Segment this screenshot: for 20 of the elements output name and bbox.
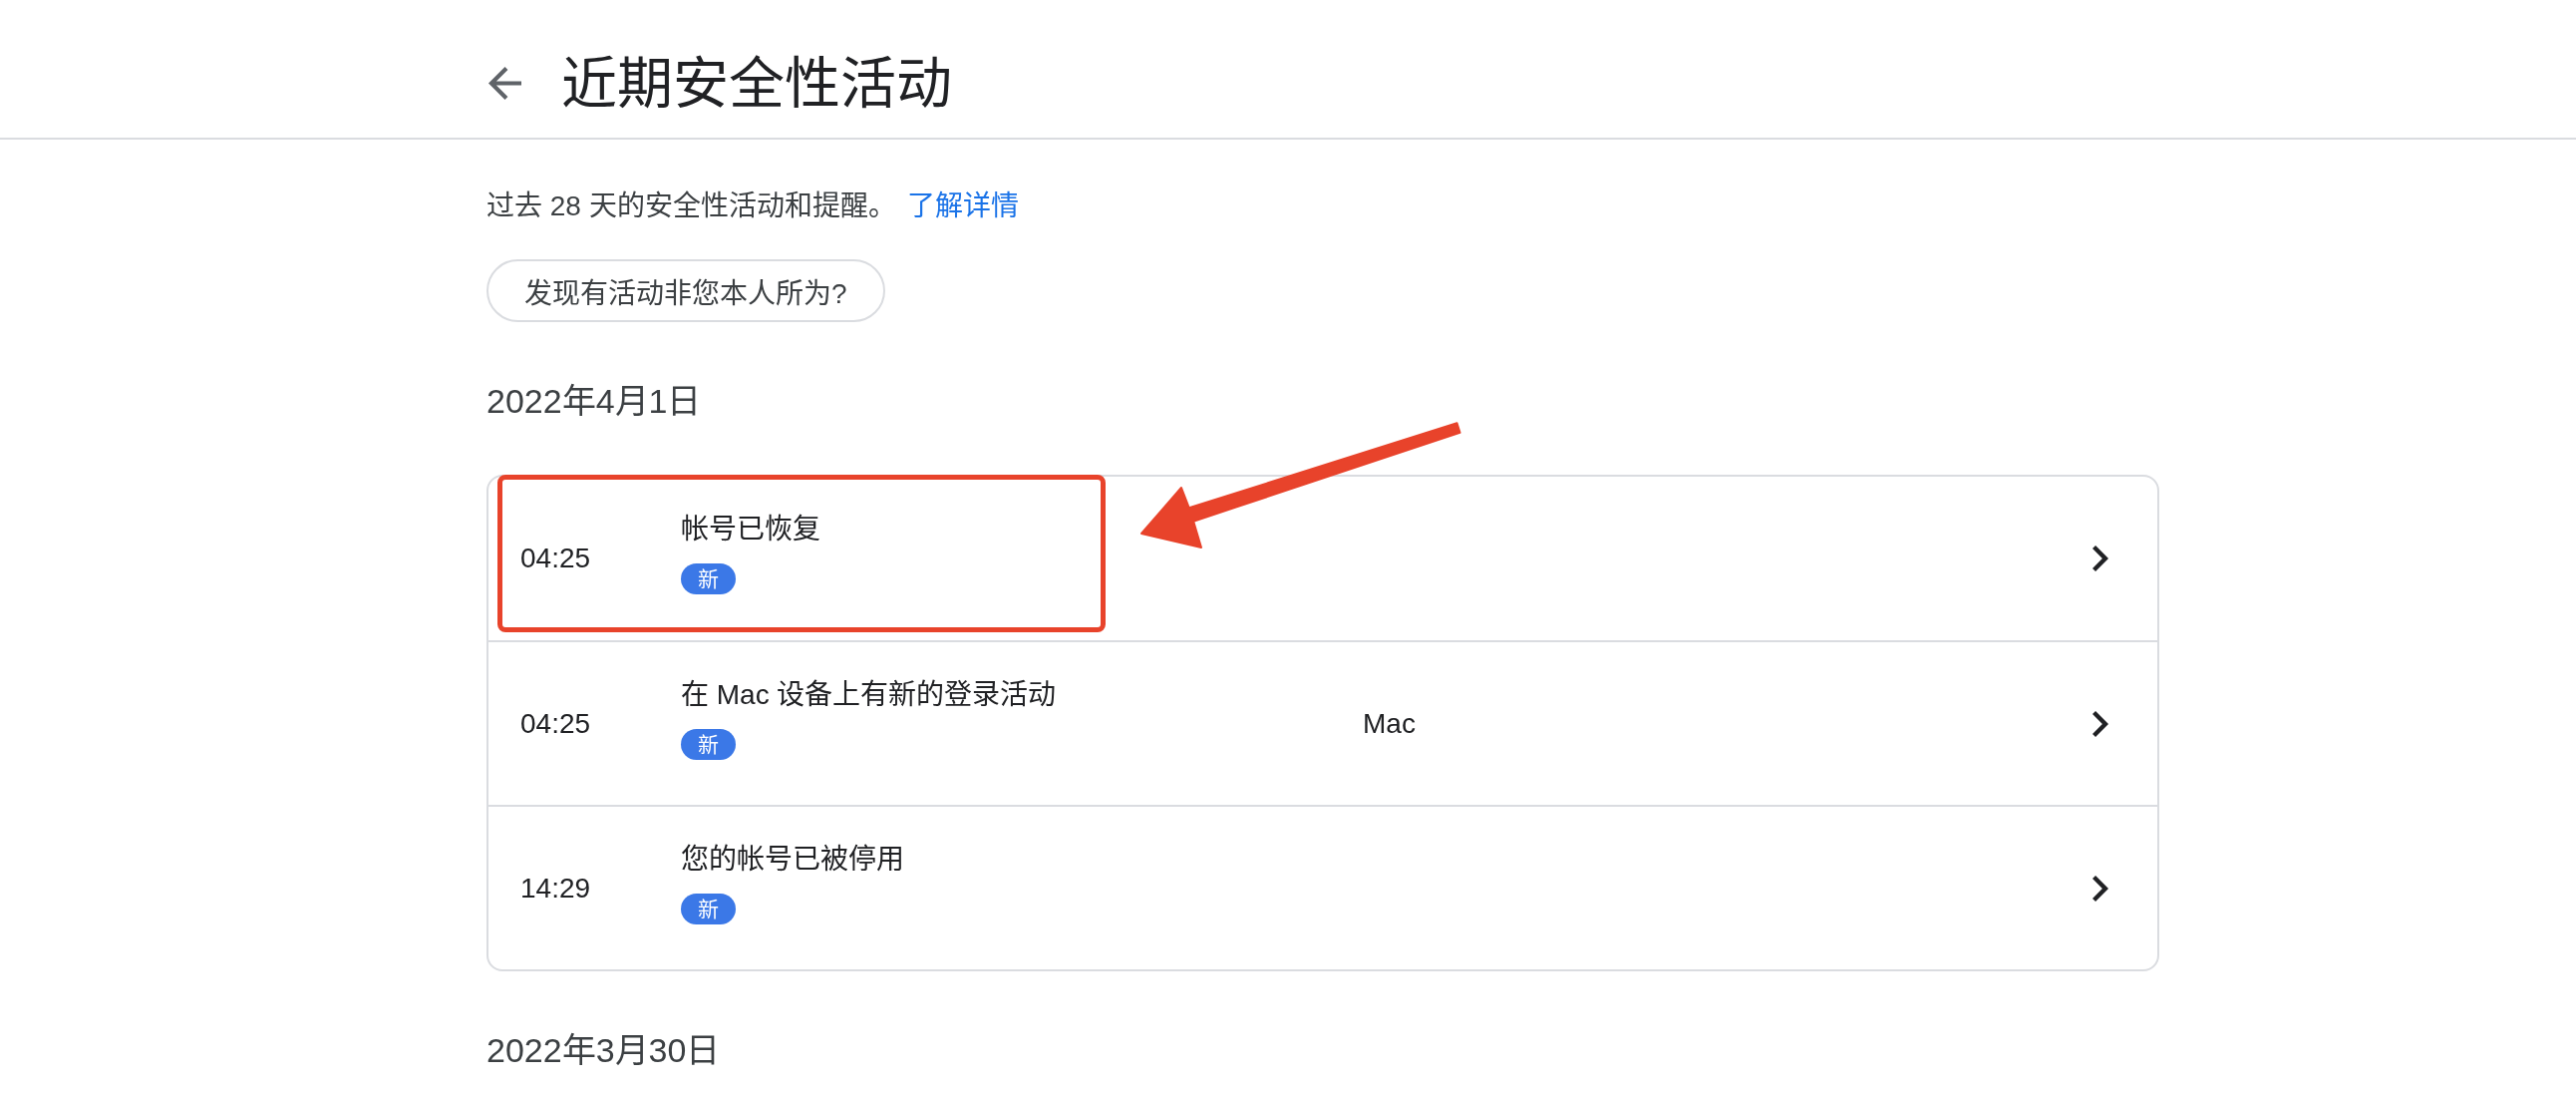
new-badge: 新 [681,563,736,594]
event-time: 04:25 [520,542,592,575]
event-title: 帐号已恢复 [681,513,820,546]
new-badge: 新 [681,894,736,924]
new-badge: 新 [681,729,736,760]
chevron-right-icon[interactable] [2093,546,2108,571]
date-heading: 2022年3月30日 [486,1030,721,1070]
chevron-right-icon[interactable] [2093,710,2108,737]
date-heading: 2022年4月1日 [486,381,702,421]
back-arrow-icon[interactable] [488,66,521,100]
event-time: 14:29 [520,871,592,906]
page-title: 近期安全性活动 [561,50,952,117]
event-title: 您的帐号已被停用 [681,843,904,877]
event-title: 在 Mac 设备上有新的登录活动 [681,678,1057,712]
event-time: 04:25 [520,706,592,741]
device-name: Mac [1363,706,1416,741]
chevron-right-icon[interactable] [2093,875,2108,902]
report-activity-button[interactable]: 发现有活动非您本人所为? [486,259,885,322]
learn-more-link[interactable]: 了解详情 [907,190,1020,221]
intro-text: 过去 28 天的安全性活动和提醒。 了解详情 [486,189,1020,223]
